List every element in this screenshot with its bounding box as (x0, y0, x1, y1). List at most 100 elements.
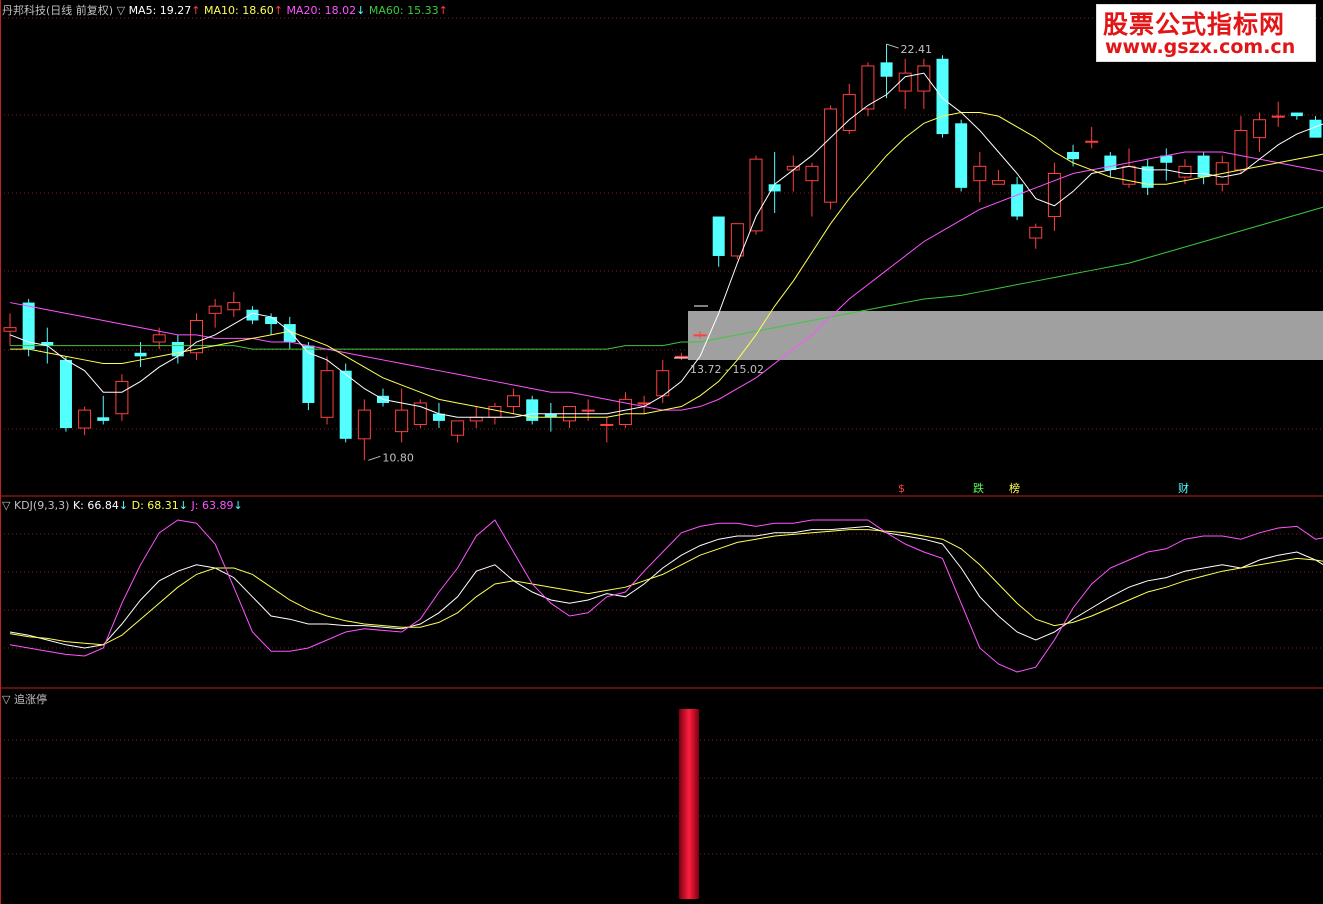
ma20-value: MA20: 18.02 (286, 4, 357, 17)
candle-body (1290, 112, 1303, 117)
candle-body (115, 380, 129, 415)
candle (730, 223, 744, 260)
down-arrow-icon: ↓ (118, 499, 129, 512)
low-pointer (368, 455, 381, 461)
candle-body (1234, 129, 1248, 171)
candle (1029, 223, 1043, 249)
kdj-j-line (9, 519, 1323, 673)
candle (320, 356, 334, 425)
candle-body (1029, 226, 1043, 239)
candle (526, 395, 539, 425)
candle (824, 105, 838, 210)
candle (78, 406, 92, 436)
candle-body (227, 302, 241, 311)
candle-body (1178, 165, 1192, 178)
candle-body (152, 334, 166, 343)
candle-body (581, 409, 595, 412)
candle-body (488, 406, 502, 418)
candle (637, 395, 651, 414)
candle (115, 374, 129, 421)
candle (917, 58, 931, 109)
stock-chart: 22.41 10.80 13.72 - 15.02 $ 跌 榜 财 (0, 0, 1323, 904)
candlesticks (3, 44, 1322, 461)
candle-body (544, 413, 557, 418)
candle-body (880, 62, 893, 77)
high-pointer (886, 43, 899, 49)
candle (22, 298, 35, 357)
grid-lines (0, 0, 1323, 904)
down-arrow-icon: ↓ (356, 4, 366, 17)
candle (1197, 151, 1210, 185)
candle-body (842, 94, 856, 131)
candle-body (674, 355, 688, 358)
candle (507, 388, 521, 414)
candle (97, 395, 110, 425)
event-marker: 榜 (1009, 481, 1020, 495)
kdj-k-line (9, 525, 1323, 649)
candle-body (712, 216, 725, 256)
ma5-line (9, 72, 1323, 418)
watermark-url: www.gszx.com.cn (1105, 36, 1296, 58)
price-band (688, 311, 1323, 360)
pane3-triangle: ▽ (2, 693, 11, 706)
candle (451, 420, 465, 443)
up-arrow-icon: ↑ (438, 4, 448, 17)
ma-triangle: ▽ (116, 4, 126, 17)
candle-body (59, 359, 72, 429)
candle (1160, 148, 1173, 181)
candle (227, 291, 241, 317)
candle (339, 363, 352, 443)
candle (1104, 151, 1117, 178)
event-marker: 跌 (973, 481, 984, 495)
candle (208, 298, 222, 328)
candle (59, 356, 72, 432)
moving-averages (9, 72, 1323, 418)
candle-body (1047, 173, 1061, 218)
candle (898, 58, 912, 109)
ma5-value: MA5: 19.27 (128, 4, 192, 17)
kdj-name[interactable]: KDJ(9,3,3) (14, 499, 70, 512)
candle (674, 352, 688, 360)
candle (432, 402, 445, 429)
candle (395, 388, 409, 443)
candle (488, 402, 502, 425)
candle (1141, 159, 1154, 196)
candle-body (805, 165, 819, 182)
candle (1234, 116, 1248, 174)
down-arrow-icon: ↓ (178, 499, 188, 512)
candle-body (749, 158, 763, 232)
candle (377, 388, 389, 407)
down-arrow-icon: ↓ (233, 499, 243, 512)
high-label: 22.41 (901, 43, 933, 56)
candle-body (936, 58, 949, 135)
candle-body (768, 184, 781, 192)
candle-body (395, 409, 409, 433)
candle (805, 162, 819, 217)
candle-body (171, 342, 184, 357)
candle (955, 119, 968, 192)
candle (413, 399, 427, 429)
kdj-d-line (9, 529, 1323, 646)
d-value: D: 68.31 (131, 499, 179, 512)
candle (1047, 162, 1061, 231)
range-label: 13.72 - 15.02 (690, 363, 764, 376)
limit-up-signal (679, 709, 700, 899)
stock-name[interactable]: 丹邦科技(日线 前复权) (2, 4, 113, 17)
candle-body (1085, 140, 1099, 143)
candle-body (134, 352, 147, 357)
candle-body (208, 305, 222, 314)
candle-body (1011, 184, 1024, 217)
low-label: 10.80 (382, 451, 414, 464)
pane3-name[interactable]: 追涨停 (14, 693, 47, 706)
candle (3, 313, 17, 346)
candle (749, 155, 763, 235)
candle (246, 306, 259, 325)
candle-body (469, 416, 483, 422)
candle-body (1104, 155, 1117, 170)
candle-body (339, 370, 352, 439)
up-arrow-icon: ↑ (191, 4, 201, 17)
candle (991, 169, 1005, 185)
candle (1085, 126, 1099, 149)
candle-body (1253, 119, 1267, 139)
candle-body (97, 417, 110, 421)
